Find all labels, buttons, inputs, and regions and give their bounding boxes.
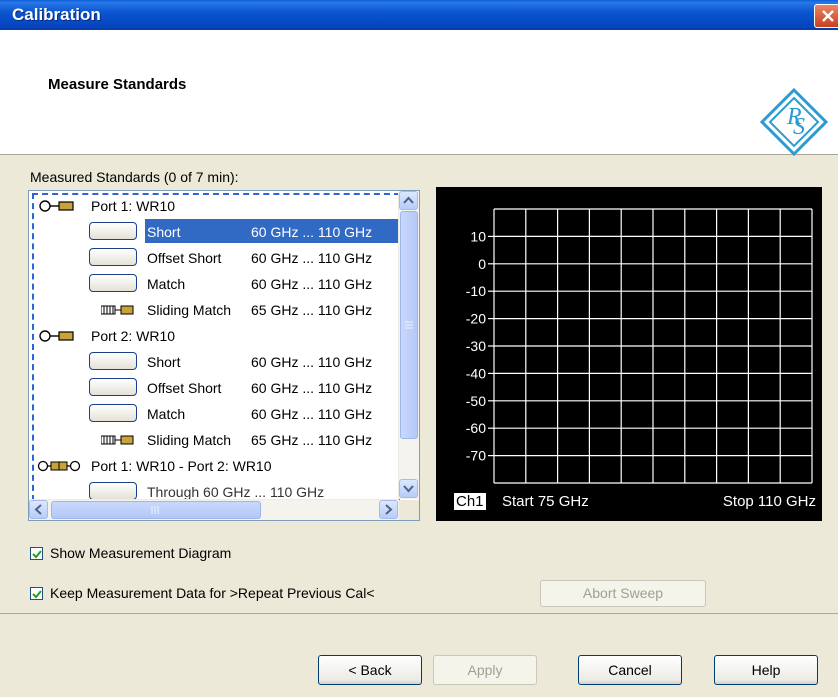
apply-button[interactable]: Apply (433, 655, 537, 685)
close-icon (822, 10, 834, 22)
list-item[interactable]: Match 60 GHz ... 110 GHz (29, 271, 399, 297)
measure-through-button[interactable] (89, 482, 137, 499)
y-tick-label: 10 (470, 228, 486, 244)
list-item[interactable]: Short 60 GHz ... 110 GHz (29, 349, 399, 375)
scroll-right-button[interactable] (379, 500, 398, 519)
scroll-up-button[interactable] (399, 191, 418, 210)
back-button[interactable]: < Back (318, 655, 422, 685)
port2-label: Port 2: WR10 (91, 328, 176, 344)
measure-offset-short-button[interactable] (89, 248, 137, 266)
close-button[interactable] (814, 4, 838, 28)
scroll-down-button[interactable] (399, 479, 418, 498)
scroll-left-button[interactable] (29, 500, 48, 519)
y-tick-label: -50 (466, 393, 486, 409)
two-port-connector-icon (37, 460, 81, 472)
start-frequency-label: Start 75 GHz (502, 493, 589, 510)
sliding-match-icon (101, 435, 134, 445)
y-tick-label: 0 (478, 256, 486, 272)
scrollbar-corner (399, 500, 419, 520)
y-tick-label: -30 (466, 338, 486, 354)
horizontal-scrollbar[interactable] (29, 499, 399, 520)
measure-offset-short-button[interactable] (89, 378, 137, 396)
measure-match-button[interactable] (89, 404, 137, 422)
keep-data-checkbox[interactable] (30, 587, 43, 600)
stop-frequency-label: Stop 110 GHz (722, 493, 816, 510)
y-tick-label: -20 (466, 311, 486, 327)
list-item[interactable]: Sliding Match 65 GHz ... 110 GHz (29, 297, 399, 323)
page-title: Measure Standards (48, 76, 187, 93)
checkmark-icon (32, 550, 42, 559)
y-tick-label: -60 (466, 420, 486, 436)
cancel-button[interactable]: Cancel (578, 655, 682, 685)
window-title: Calibration (12, 5, 101, 24)
channel-label: Ch1 (454, 493, 486, 510)
keep-data-label[interactable]: Keep Measurement Data for >Repeat Previo… (50, 585, 375, 601)
measurement-diagram: 10 0 -10 -20 -30 -40 -50 -60 -70 Ch1 Start 75 GH… (436, 187, 822, 521)
divider (0, 613, 838, 614)
port-open-connector-icon (39, 200, 74, 212)
chevron-up-icon (403, 196, 414, 204)
rohde-schwarz-logo: R S (760, 88, 828, 156)
port1-label: Port 1: WR10 (91, 198, 176, 214)
measure-match-button[interactable] (89, 274, 137, 292)
title-bar: Calibration (0, 0, 838, 30)
grip-icon (405, 321, 413, 329)
horizontal-scroll-thumb[interactable] (51, 501, 261, 519)
help-button[interactable]: Help (714, 655, 818, 685)
measured-standards-label: Measured Standards (0 of 7 min): (30, 169, 239, 185)
list-item[interactable]: Match 60 GHz ... 110 GHz (29, 401, 399, 427)
measure-short-button[interactable] (89, 222, 137, 240)
sliding-match-icon (101, 305, 134, 315)
list-item[interactable]: Offset Short 60 GHz ... 110 GHz (29, 375, 399, 401)
y-tick-label: -70 (466, 448, 486, 464)
port12-group[interactable]: Port 1: WR10 - Port 2: WR10 (29, 453, 399, 479)
port-open-connector-icon (39, 330, 74, 342)
list-item[interactable]: Short 60 GHz ... 110 GHz (29, 219, 403, 245)
y-tick-label: -40 (466, 365, 486, 381)
y-tick-label: -10 (466, 283, 486, 299)
show-diagram-label[interactable]: Show Measurement Diagram (50, 545, 231, 561)
chevron-right-icon (385, 504, 393, 515)
port2-group[interactable]: Port 2: WR10 (29, 323, 399, 349)
port12-label: Port 1: WR10 - Port 2: WR10 (91, 458, 272, 474)
standards-list[interactable]: Port 1: WR10 Short 60 GHz ... 110 GHz Of… (28, 190, 420, 521)
measure-short-button[interactable] (89, 352, 137, 370)
wizard-header: Measure Standards R S (0, 30, 838, 156)
show-diagram-checkbox[interactable] (30, 547, 43, 560)
vertical-scroll-thumb[interactable] (400, 211, 418, 439)
chevron-down-icon (403, 485, 414, 493)
vertical-scrollbar[interactable] (398, 191, 419, 499)
list-item[interactable]: Through 60 GHz ... 110 GHz (29, 479, 399, 499)
grip-icon (151, 506, 159, 514)
port1-group[interactable]: Port 1: WR10 (29, 193, 399, 219)
checkmark-icon (32, 590, 42, 599)
chevron-left-icon (34, 504, 42, 515)
diagram-grid: 10 0 -10 -20 -30 -40 -50 -60 -70 (466, 208, 813, 484)
list-item[interactable]: Offset Short 60 GHz ... 110 GHz (29, 245, 399, 271)
list-item[interactable]: Sliding Match 65 GHz ... 110 GHz (29, 427, 399, 453)
abort-sweep-button[interactable]: Abort Sweep (540, 580, 706, 607)
svg-text:S: S (793, 114, 805, 140)
